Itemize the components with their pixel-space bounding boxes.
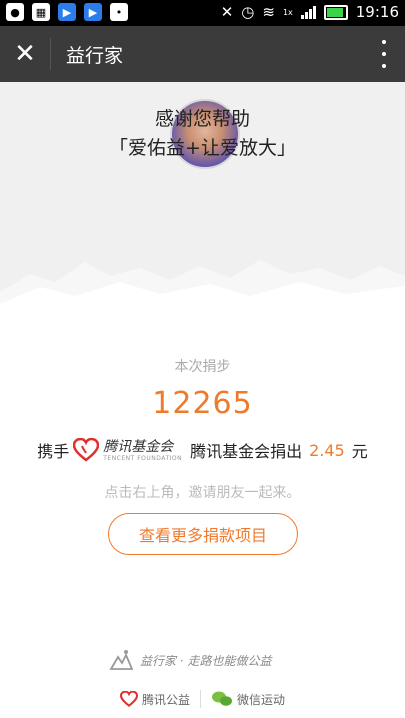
chat-notification-icon: ●	[6, 3, 24, 21]
wechat-icon	[212, 691, 232, 706]
foundation-logo-cn: 腾讯基金会	[103, 438, 174, 455]
signal-icon	[300, 5, 316, 19]
wechat-sport-brand: 微信运动	[211, 690, 285, 708]
walker-logo-icon	[109, 650, 134, 670]
battery-icon	[323, 4, 348, 20]
step-count: 12265	[152, 386, 253, 421]
message-notification-icon: •	[110, 3, 128, 21]
foundation-name: 腾讯基金会捐出	[190, 442, 303, 461]
thanks-text: 感谢您帮助	[154, 108, 250, 130]
foundation-logo-en: TENCENT FOUNDATION	[103, 454, 183, 462]
donation-prefix: 携手	[37, 442, 70, 461]
clock: 19:16	[355, 3, 399, 21]
status-indicators: ✕ ◷ ≋ 1x 19:16	[221, 3, 399, 21]
more-options-icon[interactable]	[381, 40, 387, 68]
wechat-sport-label: 微信运动	[237, 692, 286, 707]
mountain-decoration	[0, 260, 405, 312]
footer-slogan: 益行家 · 走路也能做公益	[108, 645, 303, 675]
donation-unit: 元	[351, 442, 368, 461]
status-notifications: ● ▦ ▶ ▶ •	[6, 3, 128, 21]
donation-line: 携手 腾讯基金会 TENCENT FOUNDATION 腾讯基金会捐出 2.45…	[0, 438, 405, 462]
video-app-icon-2: ▶	[84, 3, 102, 21]
heart-icon	[73, 438, 100, 462]
tencent-charity-heart-icon	[119, 691, 138, 707]
step-label: 本次捐步	[174, 359, 231, 375]
tencent-charity-brand: 腾讯公益	[119, 691, 190, 708]
status-bar: ● ▦ ▶ ▶ • ✕ ◷ ≋ 1x 19:16	[0, 0, 405, 26]
footer-slogan-text: 益行家 · 走路也能做公益	[140, 653, 272, 668]
invite-text: 点击右上角，邀请朋友一起来。	[104, 485, 301, 501]
mute-icon: ✕	[220, 3, 234, 21]
network-label: 1x	[282, 7, 293, 17]
video-app-icon: ▶	[58, 3, 76, 21]
more-projects-button[interactable]: 查看更多捐款项目	[108, 513, 298, 555]
footer-divider	[200, 690, 201, 708]
title-bar: ✕ 益行家	[0, 26, 405, 82]
wifi-icon: ≋	[262, 3, 275, 21]
project-slogan: 「爱佑益+让爱放大」	[109, 137, 296, 159]
alarm-icon: ◷	[241, 3, 255, 21]
foundation-logo: 腾讯基金会 TENCENT FOUNDATION	[103, 439, 182, 462]
donation-amount: 2.45	[309, 440, 345, 460]
tencent-charity-label: 腾讯公益	[141, 692, 190, 707]
page-title: 益行家	[66, 45, 124, 67]
image-notification-icon: ▦	[32, 3, 50, 21]
footer-brands: 腾讯公益 微信运动	[0, 690, 405, 708]
close-icon[interactable]: ✕	[10, 39, 40, 69]
title-divider	[50, 38, 51, 70]
